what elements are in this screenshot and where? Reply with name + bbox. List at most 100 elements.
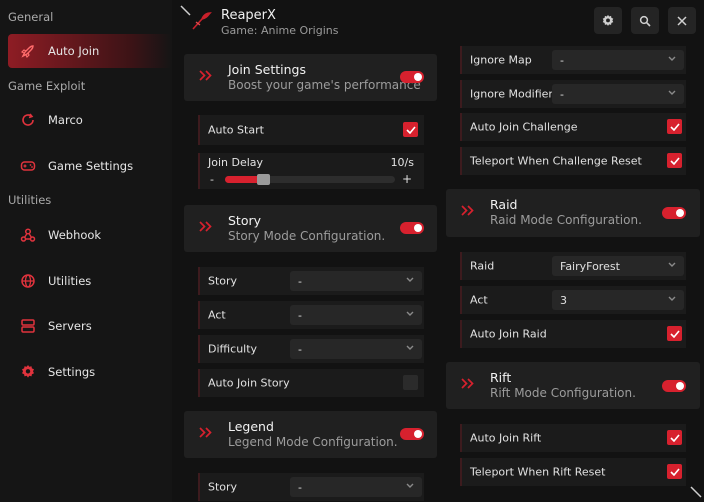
gear-icon [20,364,36,380]
join-delay-slider-row: Join Delay 10/s - + [198,153,424,189]
section-title: Raid [490,197,518,212]
rift-toggle[interactable] [662,380,686,392]
section-subtitle: Legend Mode Configuration. [228,435,398,449]
settings-button[interactable] [594,7,622,34]
story-header[interactable]: Story Story Mode Configuration. [184,205,437,252]
section-subtitle: Rift Mode Configuration. [490,386,636,400]
auto-join-raid-label: Auto Join Raid [470,327,547,341]
server-icon [20,318,36,334]
legend-toggle[interactable] [400,428,424,440]
story-dropdown[interactable]: - [290,271,422,291]
resize-handle-icon[interactable] [690,486,702,498]
slider-decrement-button[interactable]: - [210,173,214,186]
close-icon [677,15,687,26]
act-select-row: Act - [198,301,424,329]
auto-join-challenge-row: Auto Join Challenge [460,113,686,141]
act-label: Act [208,308,226,322]
check-icon [669,467,680,476]
sidebar-item-game-settings[interactable]: Game Settings [8,149,172,183]
dropdown-value: - [298,274,302,288]
difficulty-dropdown[interactable]: - [290,339,422,359]
sidebar-item-label: Utilities [48,274,92,288]
globe-icon [20,273,36,289]
search-button[interactable] [631,7,659,34]
chevron-down-icon [668,56,676,61]
legend-header[interactable]: Legend Legend Mode Configuration. [184,411,437,458]
sidebar-item-marco[interactable]: Marco [8,103,172,137]
chevron-down-icon [406,345,414,350]
slider-thumb[interactable] [257,174,270,185]
teleport-rift-checkbox[interactable] [667,464,682,479]
join-delay-slider[interactable] [225,174,395,185]
join-settings-toggle[interactable] [400,71,424,83]
dropdown-value: - [298,308,302,322]
double-chevron-icon [461,378,474,389]
sidebar-item-utilities[interactable]: Utilities [8,264,172,298]
teleport-challenge-label: Teleport When Challenge Reset [470,154,642,168]
sidebar-item-label: Servers [48,319,92,333]
reaper-logo-icon [192,12,212,30]
sidebar-item-settings[interactable]: Settings [8,355,172,389]
act-dropdown[interactable]: - [290,305,422,325]
slider-increment-button[interactable]: + [402,172,412,186]
auto-start-row: Auto Start [198,115,424,145]
gamepad-icon [20,158,36,174]
section-title: Story [228,213,262,228]
auto-join-rift-checkbox[interactable] [667,430,682,445]
check-icon [669,329,680,338]
section-title: Rift [490,370,512,385]
raid-act-select-row: Act 3 [460,286,686,314]
auto-join-raid-checkbox[interactable] [667,326,682,341]
webhook-icon [20,227,36,243]
auto-join-rift-label: Auto Join Rift [470,431,542,445]
ignore-map-dropdown[interactable]: - [552,50,684,70]
raid-select-row: Raid FairyForest [460,252,686,280]
dropdown-value: - [298,480,302,494]
ignore-modifier-dropdown[interactable]: - [552,84,684,104]
join-settings-header[interactable]: Join Settings Boost your game's performa… [184,54,437,101]
section-subtitle: Boost your game's performance [228,78,421,92]
section-subtitle: Story Mode Configuration. [228,229,386,243]
dropdown-value: - [560,87,564,101]
sidebar-item-label: Webhook [48,228,102,242]
legend-story-dropdown[interactable]: - [290,477,422,497]
dropdown-value: - [298,342,302,356]
rift-header[interactable]: Rift Rift Mode Configuration. [446,362,700,409]
sidebar-item-label: Settings [48,365,96,379]
story-toggle[interactable] [400,222,424,234]
check-icon [669,433,680,442]
sidebar-item-auto-join[interactable]: Auto Join [8,34,172,68]
legend-story-select-row: Story - [198,473,424,501]
auto-start-checkbox[interactable] [403,122,418,137]
auto-join-challenge-checkbox[interactable] [667,119,682,134]
check-icon [669,156,680,165]
section-label-utilities: Utilities [8,193,52,207]
difficulty-select-row: Difficulty - [198,335,424,363]
sidebar: General Auto Join Game Exploit Marco Gam… [0,0,172,502]
double-chevron-icon [461,205,474,216]
check-icon [405,125,416,134]
auto-start-label: Auto Start [208,123,264,137]
auto-join-story-label: Auto Join Story [208,376,290,390]
close-button[interactable] [668,7,696,34]
app-subtitle: Game: Anime Origins [221,24,339,37]
join-delay-label: Join Delay [208,156,264,169]
auto-join-rift-row: Auto Join Rift [460,424,686,452]
raid-toggle[interactable] [662,207,686,219]
raid-dropdown[interactable]: FairyForest [552,256,684,276]
section-label-game-exploit: Game Exploit [8,79,86,93]
raid-label: Raid [470,259,495,273]
auto-join-challenge-label: Auto Join Challenge [470,120,578,134]
section-label-general: General [8,10,54,24]
story-label: Story [208,480,238,494]
settings-icon [602,14,614,26]
sidebar-item-label: Marco [48,113,83,127]
teleport-challenge-checkbox[interactable] [667,153,682,168]
chevron-down-icon [406,483,414,488]
raid-act-dropdown[interactable]: 3 [552,290,684,310]
raid-header[interactable]: Raid Raid Mode Configuration. [446,189,700,237]
sidebar-item-servers[interactable]: Servers [8,309,172,343]
sidebar-item-webhook[interactable]: Webhook [8,218,172,252]
rocket-icon [20,43,36,59]
auto-join-story-checkbox[interactable] [403,375,418,390]
